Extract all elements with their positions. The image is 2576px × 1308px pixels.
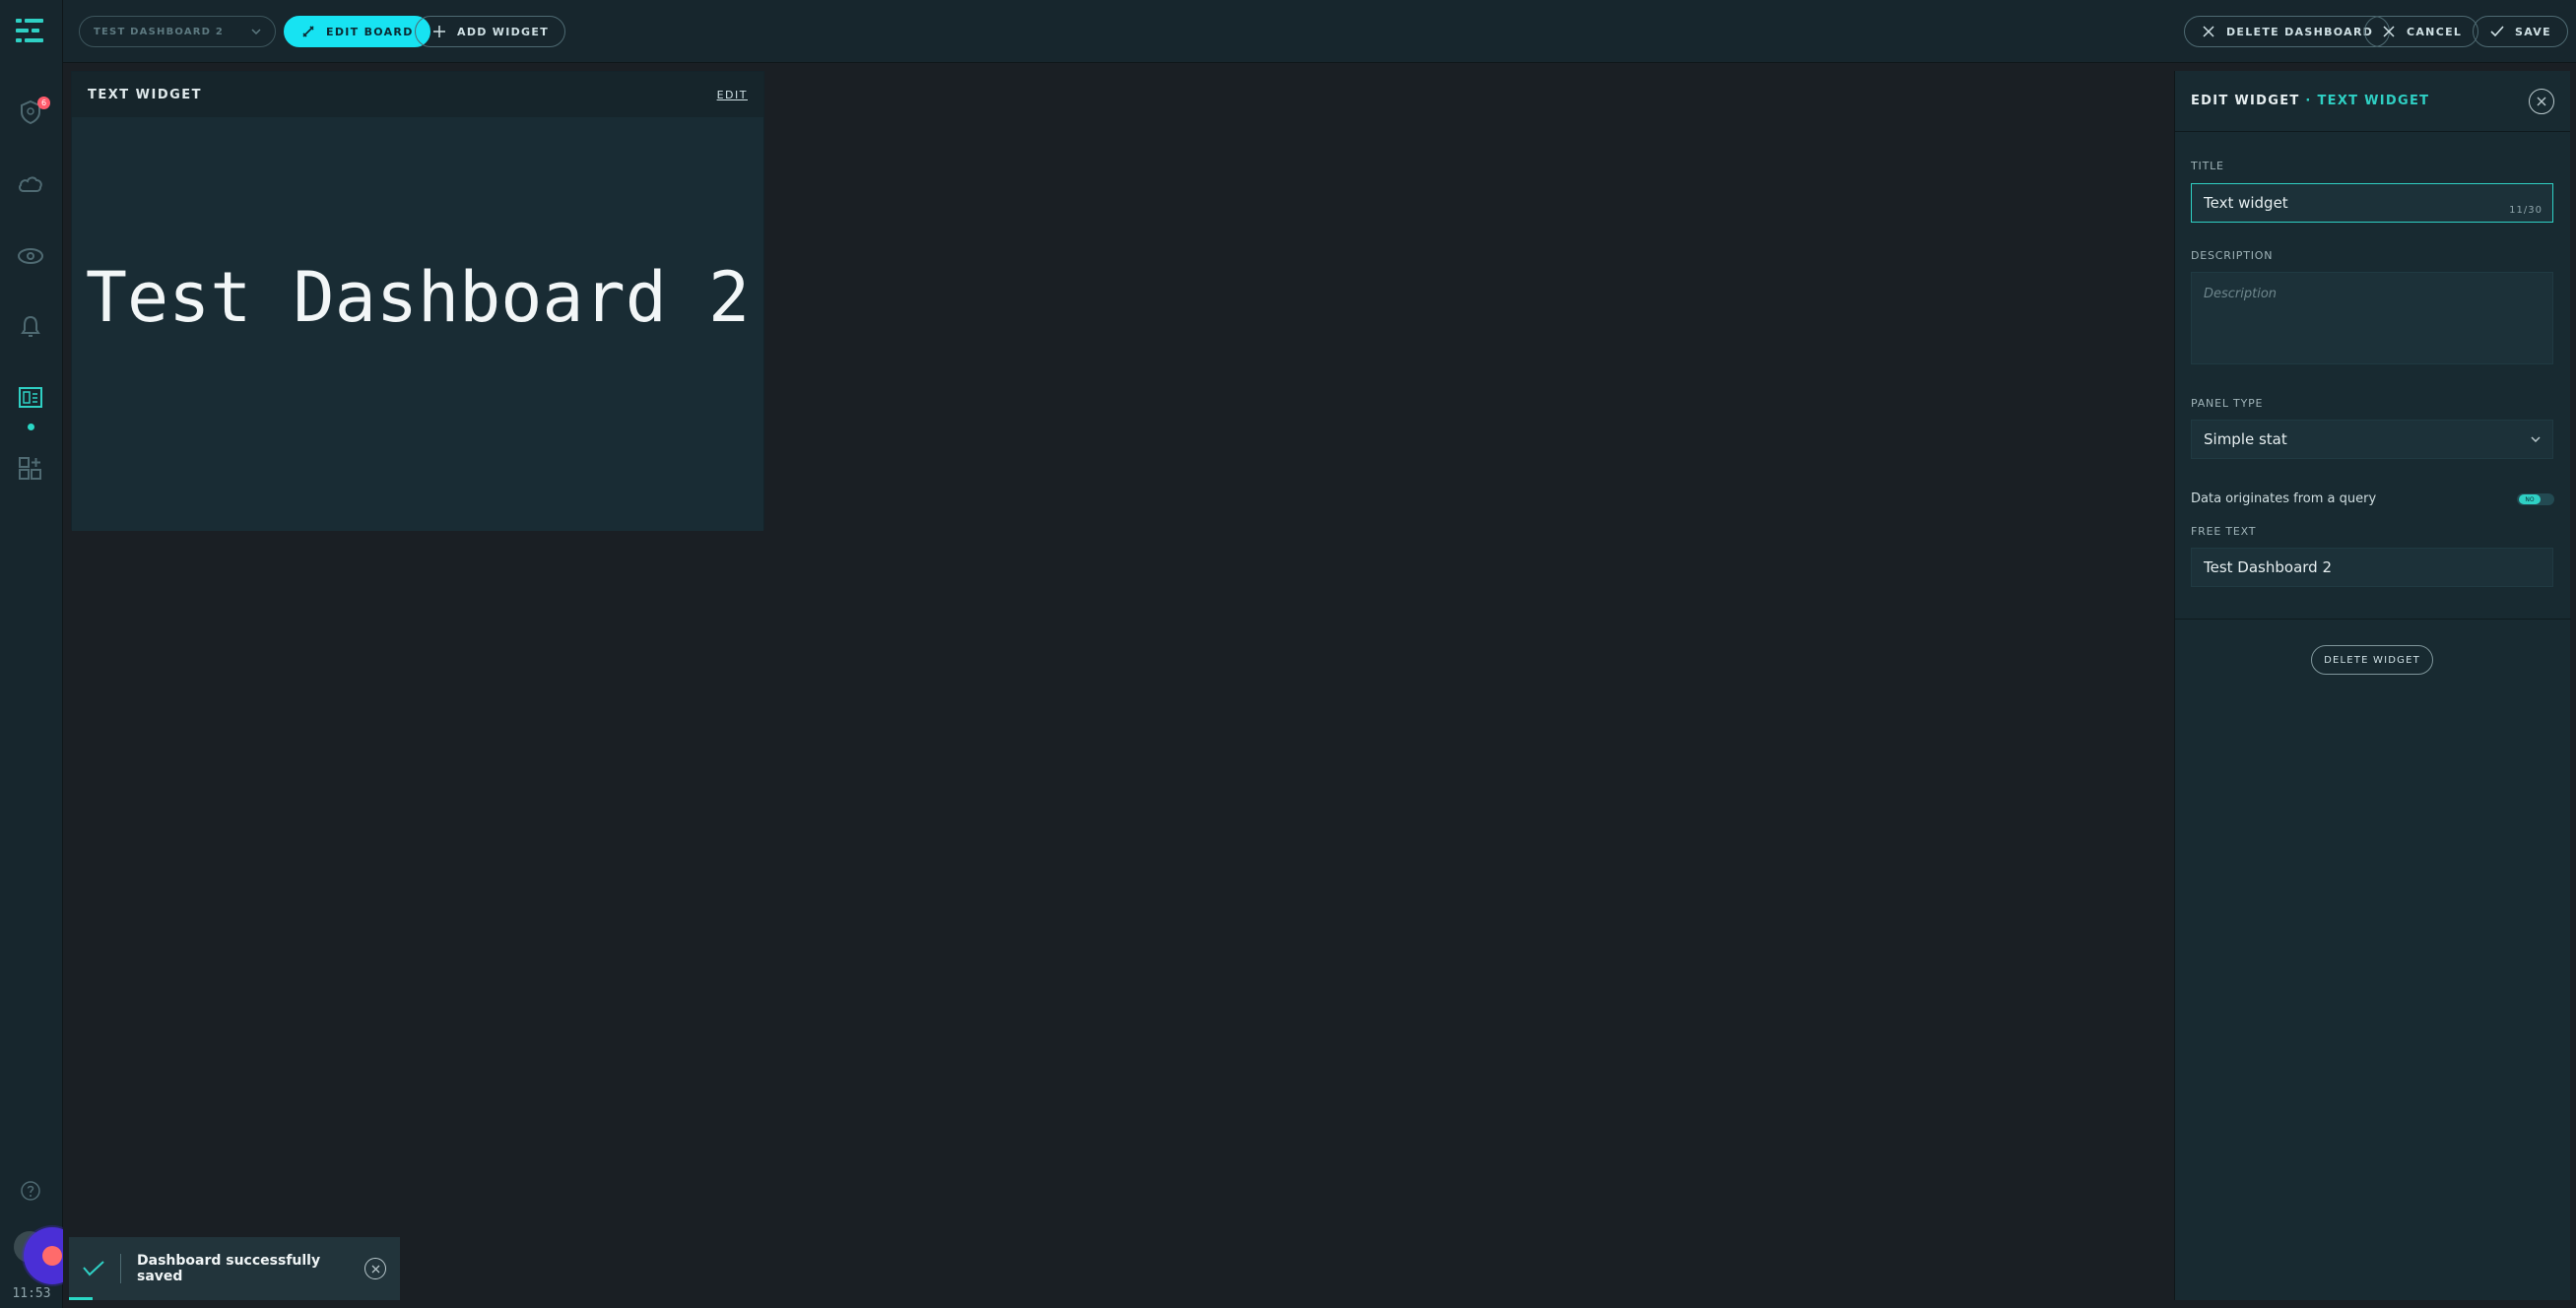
radar-icon[interactable] — [14, 239, 47, 273]
title-label: TITLE — [2191, 160, 2224, 172]
panel-title-main: EDIT WIDGET — [2191, 94, 2300, 108]
clock: 11:53 — [12, 1286, 51, 1301]
edit-widget-panel: EDIT WIDGET · TEXT WIDGET TITLE Text wid… — [2174, 71, 2571, 1300]
toast-progress-bar — [69, 1297, 93, 1300]
widget-title: TEXT WIDGET — [88, 87, 203, 102]
panel-type-label: PANEL TYPE — [2191, 397, 2264, 410]
query-toggle[interactable]: NO — [2517, 493, 2554, 505]
free-text-value: Test Dashboard 2 — [2204, 558, 2332, 576]
dashboard-canvas: TEXT WIDGET EDIT Test Dashboard 2 — [63, 63, 2171, 1308]
add-widget-button[interactable]: ADD WIDGET — [415, 16, 566, 47]
ruler-pencil-icon — [300, 24, 316, 39]
dashboard-select-value: TEST DASHBOARD 2 — [94, 26, 225, 37]
add-widget-label: ADD WIDGET — [457, 25, 550, 38]
cancel-label: CANCEL — [2407, 25, 2463, 38]
logo-icon[interactable] — [16, 18, 45, 43]
toast-message: Dashboard successfully saved — [137, 1253, 321, 1284]
title-char-counter: 11/30 — [2509, 205, 2543, 216]
panel-type-select[interactable]: Simple stat — [2191, 420, 2553, 459]
close-icon — [2201, 24, 2216, 39]
chevron-down-icon — [251, 29, 261, 34]
widget-body: Test Dashboard 2 — [72, 117, 763, 531]
title-input[interactable]: Text widget 11/30 — [2191, 183, 2553, 223]
close-icon — [2381, 24, 2397, 39]
dashboard-select[interactable]: TEST DASHBOARD 2 — [79, 16, 276, 47]
notification-badge: 6 — [37, 97, 50, 109]
description-textarea[interactable]: Description — [2191, 272, 2553, 364]
close-icon — [2537, 97, 2546, 105]
panel-title-sub: · TEXT WIDGET — [2305, 94, 2430, 108]
active-indicator — [28, 424, 34, 430]
close-icon — [371, 1265, 379, 1273]
edit-board-button[interactable]: EDIT BOARD — [284, 16, 430, 47]
widget-edit-link[interactable]: EDIT — [717, 89, 748, 101]
chevron-down-icon — [2531, 436, 2541, 442]
toast-separator — [120, 1254, 121, 1283]
toast-close-button[interactable] — [364, 1258, 386, 1279]
save-label: SAVE — [2515, 25, 2551, 38]
help-icon[interactable] — [14, 1174, 47, 1208]
delete-dashboard-button[interactable]: DELETE DASHBOARD — [2184, 16, 2391, 47]
check-icon — [83, 1261, 104, 1276]
widget-header: TEXT WIDGET EDIT — [72, 72, 763, 117]
description-placeholder: Description — [2204, 287, 2278, 301]
close-panel-button[interactable] — [2529, 88, 2554, 114]
cloud-icon[interactable] — [14, 167, 47, 201]
panel-divider — [2175, 619, 2571, 620]
text-widget[interactable]: TEXT WIDGET EDIT Test Dashboard 2 — [71, 71, 764, 531]
query-toggle-state: NO — [2519, 494, 2541, 504]
widgets-add-icon[interactable] — [14, 452, 47, 486]
panel-title: EDIT WIDGET · TEXT WIDGET — [2191, 94, 2429, 108]
plus-icon — [431, 24, 447, 39]
query-toggle-label: Data originates from a query — [2191, 491, 2377, 506]
widget-content: Test Dashboard 2 — [85, 257, 751, 338]
delete-dashboard-label: DELETE DASHBOARD — [2226, 25, 2374, 38]
cancel-button[interactable]: CANCEL — [2364, 16, 2479, 47]
panel-header: EDIT WIDGET · TEXT WIDGET — [2175, 71, 2570, 132]
sidebar: 6 A 11:53 — [0, 0, 81, 1308]
success-toast: Dashboard successfully saved — [69, 1237, 400, 1300]
check-icon — [2489, 24, 2505, 39]
free-text-label: FREE TEXT — [2191, 525, 2257, 538]
edit-board-label: EDIT BOARD — [326, 25, 414, 38]
description-label: DESCRIPTION — [2191, 249, 2274, 262]
record-dot-icon — [42, 1246, 62, 1266]
bell-icon[interactable] — [14, 310, 47, 344]
title-input-value: Text widget — [2204, 194, 2288, 212]
free-text-input[interactable]: Test Dashboard 2 — [2191, 548, 2553, 587]
dashboard-icon[interactable] — [14, 381, 47, 415]
delete-widget-button[interactable]: DELETE WIDGET — [2311, 645, 2433, 675]
topbar: TEST DASHBOARD 2 EDIT BOARD ADD WIDGET D… — [63, 0, 2576, 63]
panel-type-value: Simple stat — [2204, 430, 2287, 448]
save-button[interactable]: SAVE — [2473, 16, 2568, 47]
